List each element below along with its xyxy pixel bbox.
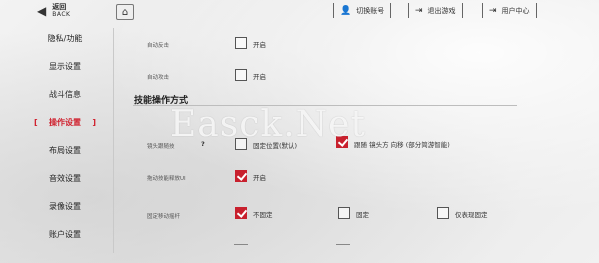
auto-counter-option: 开启 [253,41,266,49]
exit-game-button[interactable]: ⇥ 退出游戏 [408,3,463,18]
auto-attack-checkbox[interactable] [235,69,247,81]
sidebar-item-recording[interactable]: 录像设置 [20,198,110,216]
next-row-indicator [234,244,248,245]
next-row-indicator [336,244,350,245]
sidebar-item-account[interactable]: 账户设置 [20,226,110,244]
joystick-unfixed-option: 不固定 [253,211,273,219]
sidebar-item-battle-info[interactable]: 战斗信息 [20,86,110,104]
exit-game-label: 退出游戏 [427,6,456,15]
exit-icon: ⇥ [415,5,423,16]
sidebar-item-display[interactable]: 显示设置 [20,58,110,76]
sidebar-item-controls[interactable]: 操作设置 [20,114,110,132]
sidebar-divider [113,28,114,253]
drag-skill-ui-label: 拖动技能释放UI [147,176,186,182]
drag-skill-ui-option: 开启 [253,174,266,182]
user-center-button[interactable]: ⇥ 用户中心 [482,3,537,18]
joystick-display-fixed-checkbox[interactable] [437,207,449,219]
joystick-label: 固定移动摇杆 [147,214,181,220]
back-label-en: BACK [52,10,71,18]
auto-attack-label: 自动攻击 [147,75,170,81]
joystick-unfixed-checkbox[interactable] [235,207,247,219]
back-button[interactable]: ◀ 返回 BACK [37,2,117,19]
auto-counter-label: 自动反击 [147,43,170,49]
sidebar-item-privacy[interactable]: 隐私/功能 [20,30,110,48]
switch-account-icon: 👤 [340,5,352,16]
sidebar-item-layout[interactable]: 布局设置 [20,142,110,160]
joystick-fixed-checkbox[interactable] [338,207,350,219]
sidebar-item-sound[interactable]: 音效设置 [20,170,110,188]
auto-attack-option: 开启 [253,73,266,81]
auto-counter-checkbox[interactable] [235,37,247,49]
back-arrow-icon: ◀ [37,3,47,18]
user-center-label: 用户中心 [501,6,530,15]
drag-skill-ui-checkbox[interactable] [235,170,247,182]
switch-account-button[interactable]: 👤 切换账号 [333,3,392,18]
watermark: Easck.Net [170,104,366,145]
camera-follow-option: 跟随 镜头方 向移 (部分简游智能) [354,141,450,149]
user-center-icon: ⇥ [489,5,497,16]
back-label-cn: 返回 [52,2,67,11]
joystick-display-fixed-option: 仅表现固定 [455,211,488,219]
switch-account-label: 切换账号 [356,6,385,15]
joystick-fixed-option: 固定 [356,211,369,219]
home-icon[interactable]: ⌂ [116,4,134,20]
